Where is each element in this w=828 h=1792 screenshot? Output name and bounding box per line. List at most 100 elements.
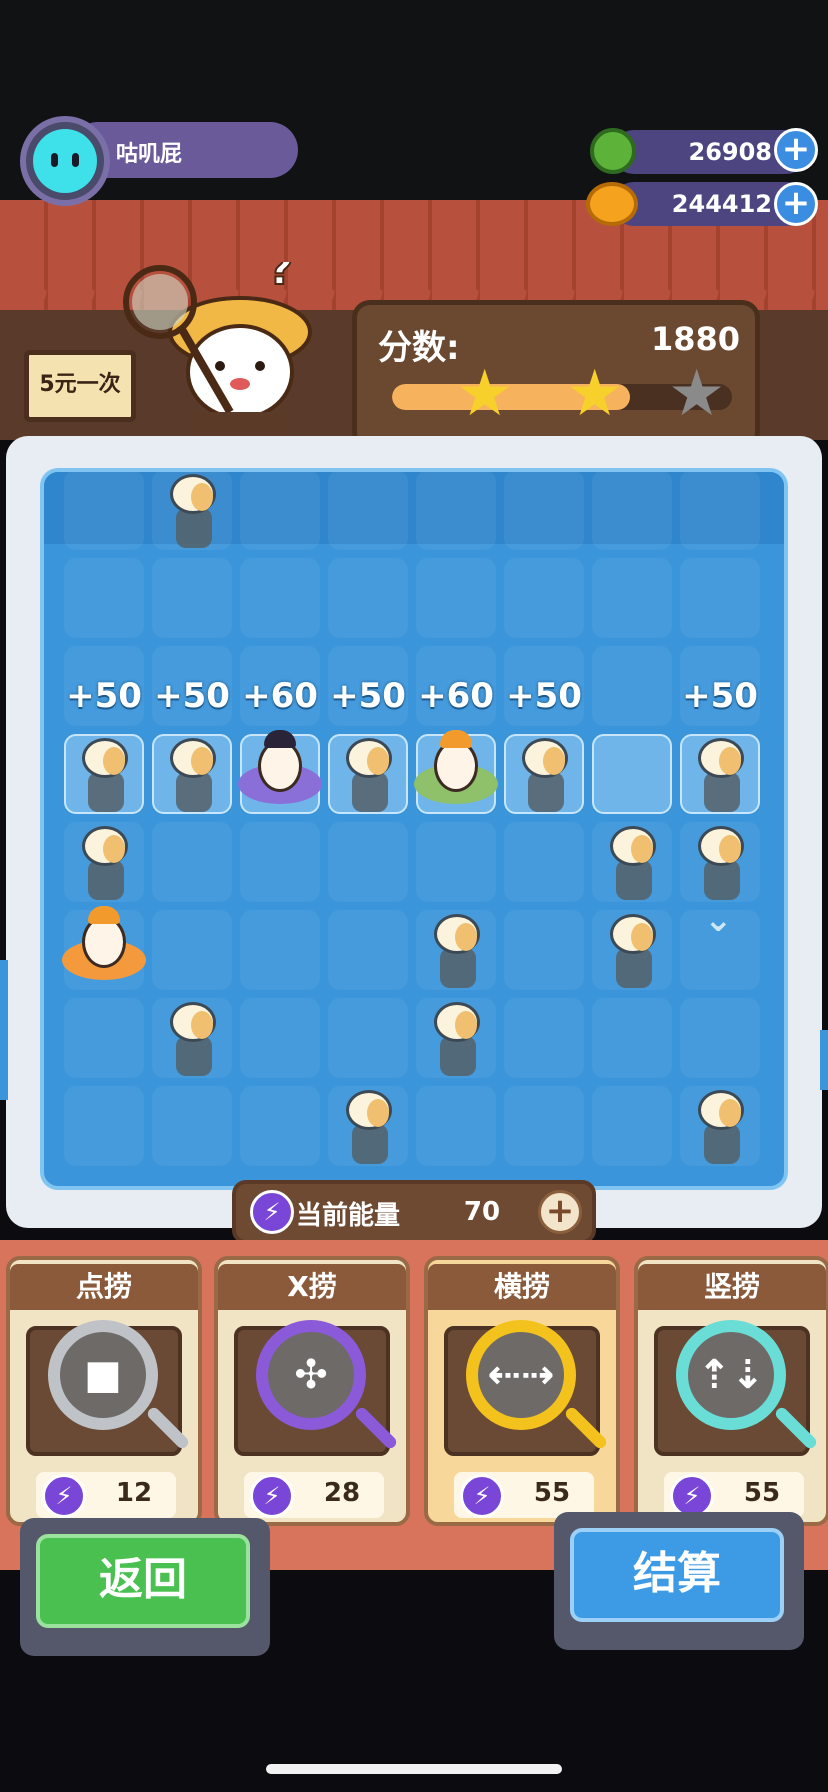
board-cell[interactable]: [504, 1086, 584, 1166]
tool-cost: ⚡ 28: [244, 1472, 384, 1518]
board-cell[interactable]: [240, 822, 320, 902]
currency-gold-value: 244412: [671, 190, 772, 218]
tool-cost-value: 28: [323, 1478, 361, 1508]
board-cell[interactable]: [240, 558, 320, 638]
board-cell[interactable]: [504, 822, 584, 902]
board-cell[interactable]: [416, 1086, 496, 1166]
board-cell[interactable]: [64, 1086, 144, 1166]
board-cell[interactable]: [416, 558, 496, 638]
energy-value: 70: [463, 1197, 501, 1227]
duck-orange-ring-piece[interactable]: [62, 906, 146, 990]
board-cell[interactable]: [64, 558, 144, 638]
tool-card[interactable]: 竖捞 ⇡⇣ ⚡ 55: [634, 1256, 828, 1526]
jellyfish-piece[interactable]: [690, 738, 750, 816]
board-cell[interactable]: [240, 1086, 320, 1166]
game-board[interactable]: +50 +50 +60 +50 +60 +50 +50: [40, 468, 788, 1190]
cat-face-icon: [33, 129, 97, 193]
tool-card[interactable]: X捞 ✣ ⚡ 28: [214, 1256, 410, 1526]
jellyfish-piece[interactable]: [602, 914, 662, 992]
duck-green-ring-piece[interactable]: [414, 730, 498, 814]
board-cell[interactable]: [680, 472, 760, 550]
bonus-label: +50: [66, 676, 142, 716]
back-button[interactable]: 返回: [36, 1534, 250, 1628]
tool-card[interactable]: 点捞 ■ ⚡ 12: [6, 1256, 202, 1526]
board-cell[interactable]: [152, 910, 232, 990]
board-cell[interactable]: [416, 822, 496, 902]
bonus-label: +50: [330, 676, 406, 716]
bonus-label: +50: [682, 676, 758, 716]
board-cell[interactable]: [64, 998, 144, 1078]
currency-gem-value: 26908: [688, 138, 773, 166]
add-gold-button[interactable]: +: [774, 182, 818, 226]
board-cell[interactable]: [152, 1086, 232, 1166]
settle-button[interactable]: 结算: [570, 1528, 784, 1622]
add-energy-button[interactable]: +: [538, 1190, 582, 1234]
jellyfish-piece[interactable]: [74, 826, 134, 904]
jellyfish-piece[interactable]: [690, 1090, 750, 1168]
tool-card[interactable]: 横捞 ⇠⇢ ⚡ 55: [424, 1256, 620, 1526]
jellyfish-piece[interactable]: [162, 738, 222, 816]
green-coin-icon: [590, 128, 636, 174]
tool-cost-value: 55: [533, 1478, 571, 1508]
lightning-icon: ⚡: [42, 1474, 86, 1518]
star-icon-earned: ★: [456, 357, 514, 431]
jellyfish-piece[interactable]: [426, 914, 486, 992]
jellyfish-piece[interactable]: [338, 738, 398, 816]
bonus-label: +60: [242, 676, 318, 716]
side-tab-left: [0, 960, 8, 1100]
board-cell[interactable]: [328, 558, 408, 638]
board-cell[interactable]: [592, 646, 672, 726]
board-cell[interactable]: [680, 558, 760, 638]
star-icon-earned: ★: [566, 357, 624, 431]
bonus-label: +50: [506, 676, 582, 716]
jellyfish-piece[interactable]: [690, 826, 750, 904]
board-cell[interactable]: [504, 472, 584, 550]
bonus-label: +50: [154, 676, 230, 716]
side-tab-right: [820, 1030, 828, 1090]
home-indicator: [266, 1764, 562, 1774]
bonus-label: +60: [418, 676, 494, 716]
duck-purple-ring-piece[interactable]: [238, 730, 322, 814]
board-cell[interactable]: [328, 998, 408, 1078]
jellyfish-piece[interactable]: [74, 738, 134, 816]
jellyfish-piece[interactable]: [162, 1002, 222, 1080]
board-cell[interactable]: [328, 910, 408, 990]
score-value: 1880: [650, 320, 740, 358]
board-cell[interactable]: [240, 910, 320, 990]
svg-text:?: ?: [268, 262, 294, 295]
board-cell[interactable]: [328, 472, 408, 550]
board-cell[interactable]: [240, 998, 320, 1078]
board-cell[interactable]: [592, 1086, 672, 1166]
board-cell[interactable]: [504, 998, 584, 1078]
jellyfish-piece[interactable]: [602, 826, 662, 904]
jellyfish-piece[interactable]: [162, 474, 222, 552]
board-cell[interactable]: [64, 472, 144, 550]
jellyfish-piece[interactable]: [426, 1002, 486, 1080]
add-gem-button[interactable]: +: [774, 128, 818, 172]
star-icon-empty: ★: [668, 357, 726, 431]
board-cell[interactable]: [504, 558, 584, 638]
avatar[interactable]: [20, 116, 110, 206]
board-cell[interactable]: [592, 734, 672, 814]
jellyfish-piece[interactable]: [514, 738, 574, 816]
board-cell[interactable]: [592, 558, 672, 638]
board-cell[interactable]: [328, 822, 408, 902]
board-cell[interactable]: [504, 910, 584, 990]
tool-name: 竖捞: [638, 1264, 826, 1310]
board-cell[interactable]: [152, 822, 232, 902]
board-cell[interactable]: [416, 472, 496, 550]
score-label: 分数:: [378, 328, 460, 368]
board-cell[interactable]: [592, 998, 672, 1078]
square-lens-icon: ■: [48, 1320, 158, 1430]
player-name: 咕叽屁: [116, 142, 183, 167]
otter-shopkeeper-character: ?: [123, 262, 312, 440]
diamond-lens-icon: ✣: [256, 1320, 366, 1430]
lightning-icon: ⚡: [460, 1474, 504, 1518]
board-cell[interactable]: [680, 998, 760, 1078]
board-cell[interactable]: [152, 558, 232, 638]
board-cell[interactable]: [240, 472, 320, 550]
jellyfish-piece[interactable]: [338, 1090, 398, 1168]
planet-coin-icon: [586, 182, 638, 226]
board-cell[interactable]: [592, 472, 672, 550]
energy-label: 当前能量: [296, 1201, 401, 1231]
